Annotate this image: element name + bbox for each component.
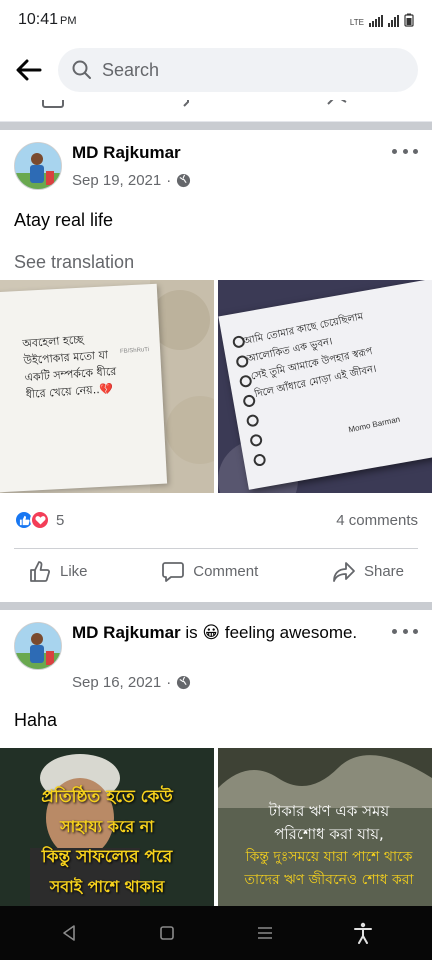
author-name[interactable]: MD Rajkumar (72, 623, 181, 642)
search-input[interactable]: Search (58, 48, 418, 92)
caption-line: তাদের ঋণ জীবনেও শোধ করা (244, 872, 414, 888)
nav-home-button[interactable] (147, 913, 187, 953)
status-time: 10:41 PM (18, 11, 77, 29)
caption-line: প্রতিষ্ঠিত হতে কেউ (41, 787, 173, 807)
author-line: MD Rajkumar is 😀 feeling awesome. (72, 622, 382, 644)
menu-lines-icon (258, 927, 272, 939)
caption-line: টাকার ঋণ এক সময় (268, 802, 390, 820)
more-options-button[interactable] (392, 144, 418, 158)
photo-caption: অবহেলা হচ্ছে উইপোকার মতো যা একটি সম্পর্ক… (22, 329, 118, 403)
back-arrow-icon (16, 59, 42, 81)
previous-post-actions (0, 100, 432, 122)
share-icon (333, 561, 355, 582)
status-icons: LTE (350, 13, 414, 27)
post-header: MD Rajkumar Sep 19, 2021 · (0, 130, 432, 190)
caption-line: সবাই পাশে থাকার (49, 877, 165, 896)
post-date[interactable]: Sep 16, 2021 (72, 674, 161, 691)
caption-line: সাহায্য করে না (60, 817, 154, 836)
comment-button[interactable]: Comment (161, 560, 258, 584)
photo-caption: প্রতিষ্ঠিত হতে কেউ সাহায্য করে না কিন্তু… (0, 782, 214, 902)
comment-label: Comment (193, 563, 259, 580)
post-divider (0, 122, 432, 130)
post-photo[interactable]: টাকার ঋণ এক সময় পরিশোধ করা যায়, কিন্তু… (218, 748, 432, 906)
signal-icon-2 (388, 15, 399, 27)
share-icon[interactable] (326, 100, 348, 108)
photo-caption: টাকার ঋণ এক সময় পরিশোধ করা যায়, কিন্তু… (224, 800, 432, 892)
triangle-back-icon (63, 925, 75, 941)
like-button[interactable]: Like (28, 560, 88, 584)
nav-recents-button[interactable] (245, 913, 285, 953)
post-card: MD Rajkumar is 😀 feeling awesome. Sep 16… (0, 610, 432, 906)
like-icon[interactable] (42, 100, 64, 108)
reaction-summary[interactable]: 5 (14, 510, 64, 530)
status-bar: 10:41 PM LTE (0, 0, 432, 40)
back-button[interactable] (14, 55, 44, 85)
post-header: MD Rajkumar is 😀 feeling awesome. Sep 16… (0, 610, 432, 696)
network-type: LTE (349, 18, 364, 27)
post-photo[interactable]: অবহেলা হচ্ছে উইপোকার মতো যা একটি সম্পর্ক… (0, 280, 214, 493)
caption-line: পরিশোধ করা যায়, (274, 825, 384, 843)
more-options-button[interactable] (392, 624, 418, 638)
accessibility-button[interactable] (343, 913, 383, 953)
comment-icon (162, 561, 185, 582)
signal-icon (369, 15, 383, 27)
caption-line: কিন্তু দুঃসময়ে যারা পাশে থাকে (245, 849, 413, 865)
post-photo[interactable]: আমি তোমার কাছে চেয়েছিলাম আলোকিত এক ভুবন… (218, 280, 432, 493)
search-icon (72, 60, 92, 80)
top-bar: Search (0, 40, 432, 100)
love-reaction-icon (30, 510, 50, 530)
post-divider (0, 602, 432, 610)
battery-icon (404, 13, 414, 27)
share-label: Share (363, 563, 404, 580)
comments-count[interactable]: 4 comments (336, 512, 418, 529)
reactions-row: 5 4 comments (14, 508, 418, 532)
author-name[interactable]: MD Rajkumar (72, 143, 181, 162)
caption-line: কিন্তু সাফল্যের পরে (41, 847, 173, 867)
like-icon (30, 560, 50, 582)
clock-ampm: PM (60, 15, 77, 27)
system-nav-bar (0, 906, 432, 960)
post-actions: Like Comment Share (14, 548, 418, 594)
author-line: MD Rajkumar (72, 142, 382, 164)
post-card: MD Rajkumar Sep 19, 2021 · Atay real lif… (0, 130, 432, 602)
post-photo[interactable]: প্রতিষ্ঠিত হতে কেউ সাহায্য করে না কিন্তু… (0, 748, 214, 906)
search-placeholder: Search (102, 59, 160, 80)
like-label: Like (60, 563, 88, 580)
comment-icon[interactable] (170, 100, 190, 108)
square-home-icon (160, 926, 174, 940)
meta-separator: · (166, 674, 172, 691)
clock-time: 10:41 (18, 11, 59, 28)
avatar[interactable] (14, 142, 62, 190)
accessibility-icon (354, 922, 372, 944)
nav-back-button[interactable] (49, 913, 89, 953)
post-text: Haha (14, 710, 58, 730)
see-translation-link[interactable]: See translation (14, 252, 134, 273)
reaction-count: 5 (56, 511, 65, 529)
globe-icon (177, 173, 191, 188)
post-meta: Sep 16, 2021 · (72, 674, 191, 691)
is-text: is (185, 623, 198, 642)
avatar[interactable] (14, 622, 62, 670)
post-meta: Sep 19, 2021 · (72, 172, 191, 189)
meta-separator: · (166, 172, 172, 189)
share-button[interactable]: Share (332, 560, 404, 584)
globe-icon (177, 675, 191, 690)
feeling-emoji-icon: 😀 (202, 623, 221, 642)
post-text: Atay real life (14, 210, 114, 230)
post-date[interactable]: Sep 19, 2021 (72, 172, 161, 189)
feeling-text: feeling awesome. (224, 623, 358, 642)
